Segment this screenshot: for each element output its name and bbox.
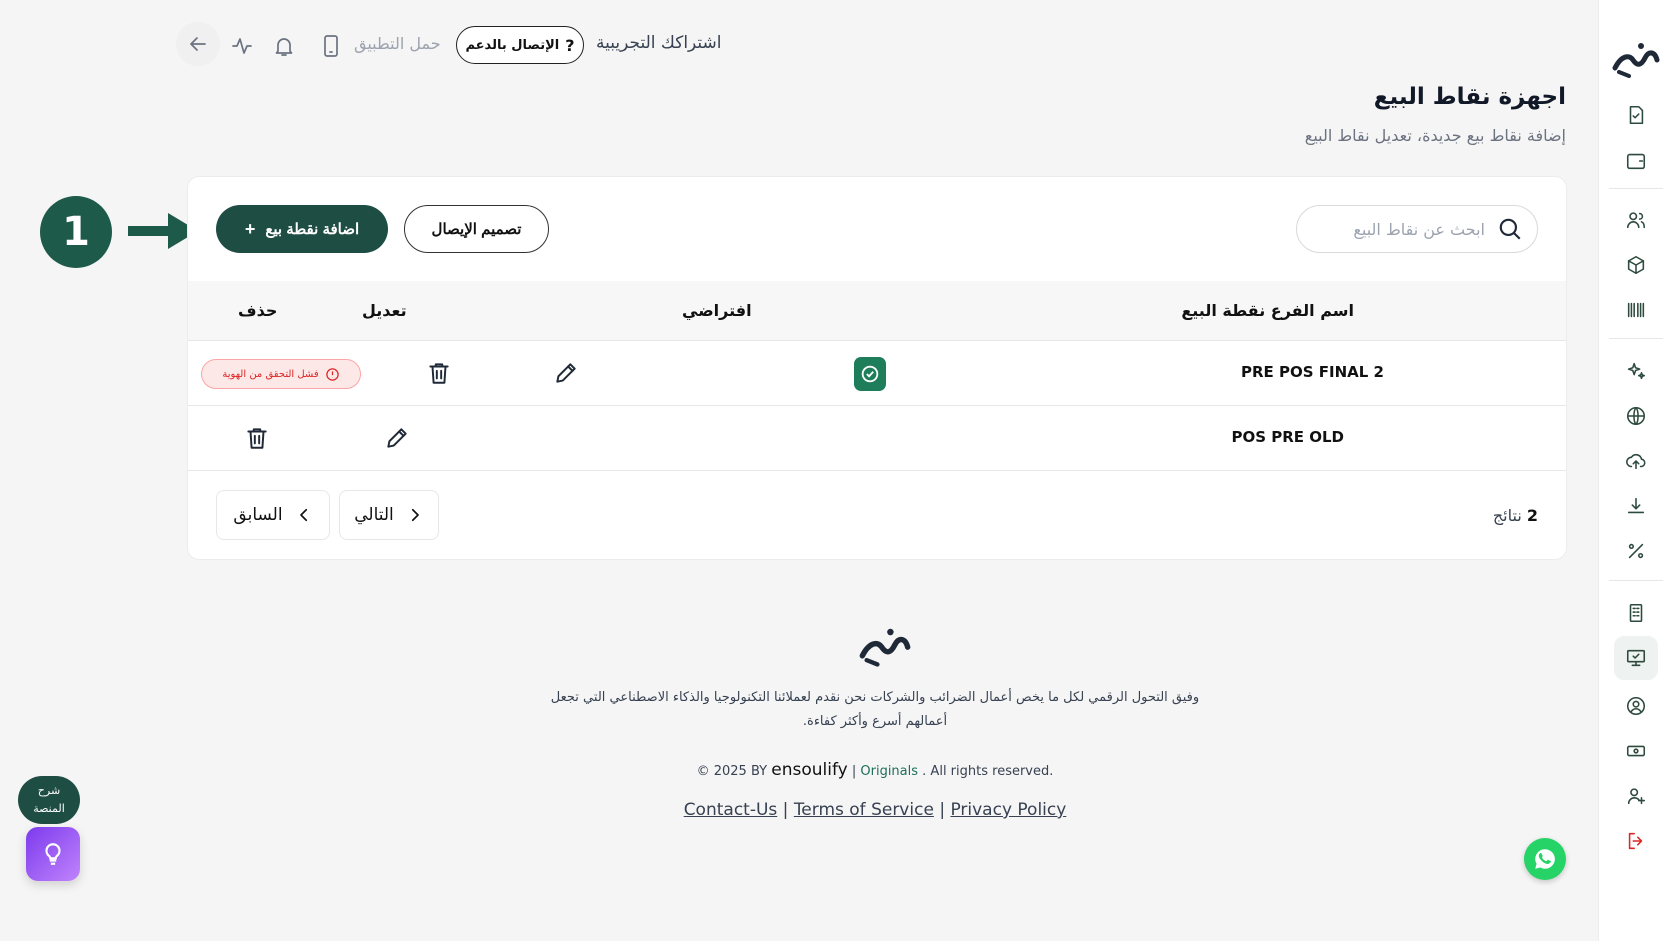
- activity-button[interactable]: [228, 32, 256, 60]
- next-page-button[interactable]: التالي: [339, 490, 439, 540]
- contact-link[interactable]: Contact-Us: [684, 800, 778, 820]
- plus-icon: +: [244, 218, 256, 239]
- logout-icon[interactable]: [1621, 826, 1651, 856]
- platform-guide-button[interactable]: [26, 827, 80, 881]
- bell-icon: [275, 38, 293, 56]
- sidebar-divider: [1609, 188, 1663, 189]
- link-sep: |: [782, 800, 789, 820]
- pencil-icon: [556, 363, 576, 383]
- alert-circle-icon: [325, 367, 339, 381]
- results-number: 2: [1526, 506, 1538, 525]
- cloud-upload-icon[interactable]: [1621, 446, 1651, 476]
- topbar: حمل التطبيق الإتصال بالدعم ? اشتراكك الت…: [176, 22, 736, 68]
- terms-link[interactable]: Terms of Service: [794, 800, 934, 820]
- pos-name: PRE POS FINAL 2: [1241, 363, 1384, 381]
- download-app-button[interactable]: [318, 32, 344, 60]
- receipt-design-button[interactable]: تصميم الإيصال: [404, 205, 549, 253]
- download-app-label[interactable]: حمل التطبيق: [354, 34, 441, 53]
- page-title: اجهزة نقاط البيع: [1373, 84, 1566, 110]
- footer-links: Contact-Us | Terms of Service | Privacy …: [540, 800, 1210, 820]
- brand-name: ensoulify: [771, 760, 848, 780]
- users-icon[interactable]: [1621, 205, 1651, 235]
- guide-label-line1: شرح: [37, 784, 61, 797]
- results-count: 2 نتائج: [1493, 506, 1538, 525]
- building-icon[interactable]: [1621, 598, 1651, 628]
- whatsapp-icon: [1535, 849, 1555, 869]
- check-badge-icon: [861, 365, 879, 383]
- activity-icon: [232, 38, 252, 54]
- download-icon[interactable]: [1621, 491, 1651, 521]
- box-icon[interactable]: [1621, 250, 1651, 280]
- column-header-default: افتراضي: [682, 301, 752, 320]
- add-user-icon[interactable]: [1621, 781, 1651, 811]
- default-badge[interactable]: [854, 357, 886, 391]
- cash-icon[interactable]: [1621, 736, 1651, 766]
- support-label: الإتصال بالدعم: [465, 37, 560, 53]
- footer-description: وفيق التحول الرقمي لكل ما يخص أعمال الضر…: [550, 690, 1200, 729]
- trash-icon: [429, 363, 449, 384]
- sidebar-divider: [1609, 580, 1663, 581]
- back-button[interactable]: [176, 22, 220, 66]
- step-marker: 1: [40, 196, 112, 268]
- trial-status-text: اشتراكك التجريبية: [596, 33, 722, 53]
- notifications-button[interactable]: [270, 32, 298, 60]
- footer-logo: [859, 628, 911, 667]
- edit-button[interactable]: [553, 360, 579, 390]
- chevron-right-icon: [411, 508, 419, 522]
- table-row: POS PRE OLD: [188, 406, 1566, 471]
- sidebar: [1598, 0, 1672, 941]
- whatsapp-button[interactable]: [1524, 838, 1566, 880]
- invoice-icon[interactable]: [1621, 100, 1651, 130]
- table-header: اسم الفرع نقطة البيع افتراضي تعديل حذف: [188, 281, 1566, 341]
- guide-label-line2: المنصة: [33, 802, 65, 815]
- verification-failed-badge: فشل التحقق من الهوية: [201, 359, 361, 389]
- edit-button[interactable]: [384, 425, 410, 455]
- pencil-icon: [387, 428, 407, 448]
- support-button[interactable]: الإتصال بالدعم ?: [456, 26, 584, 64]
- percent-icon[interactable]: [1621, 536, 1651, 566]
- page-subtitle: إضافة نقاط بيع جديدة، تعديل نقاط البيع: [1304, 126, 1566, 145]
- next-page-label: التالي: [354, 505, 394, 525]
- add-pos-label: اضافة نقطة بيع: [265, 221, 360, 238]
- trash-icon: [247, 428, 267, 449]
- globe-icon[interactable]: [1621, 401, 1651, 431]
- search-box[interactable]: [1296, 205, 1538, 253]
- receipt-design-label: تصميم الإيصال: [431, 221, 522, 238]
- delete-button[interactable]: [244, 425, 270, 455]
- add-pos-button[interactable]: اضافة نقطة بيع +: [216, 205, 388, 253]
- privacy-link[interactable]: Privacy Policy: [950, 800, 1066, 820]
- column-header-edit: تعديل: [362, 301, 407, 320]
- pos-device-icon[interactable]: [1614, 636, 1658, 680]
- mobile-icon: [324, 35, 338, 57]
- sparkle-icon[interactable]: [1621, 356, 1651, 386]
- copyright: © 2025 BY ensoulify | Originals . All ri…: [540, 760, 1210, 780]
- column-header-name: اسم الفرع نقطة البيع: [1181, 301, 1354, 320]
- pos-name: POS PRE OLD: [1231, 428, 1344, 446]
- copyright-prefix: © 2025 BY: [696, 764, 768, 779]
- search-input[interactable]: [1311, 219, 1485, 239]
- brand-logo[interactable]: [1611, 38, 1661, 78]
- copyright-sep: |: [851, 764, 857, 779]
- chevron-left-icon: [299, 508, 307, 522]
- barcode-icon[interactable]: [1621, 295, 1651, 325]
- results-label: نتائج: [1492, 506, 1522, 525]
- platform-guide-label[interactable]: شرح المنصة: [18, 776, 80, 824]
- previous-page-button[interactable]: السابق: [216, 490, 330, 540]
- pos-card: اضافة نقطة بيع + تصميم الإيصال اسم الفرع…: [187, 176, 1567, 560]
- rights-text: . All rights reserved.: [922, 764, 1054, 779]
- question-icon: ?: [565, 35, 575, 55]
- delete-button[interactable]: [426, 360, 452, 390]
- column-header-delete: حذف: [238, 301, 278, 320]
- originals-link[interactable]: Originals: [860, 764, 918, 779]
- previous-page-label: السابق: [233, 505, 283, 525]
- link-sep: |: [939, 800, 946, 820]
- search-icon: [1499, 218, 1521, 240]
- wallet-icon[interactable]: [1621, 146, 1651, 176]
- sidebar-divider: [1609, 338, 1663, 339]
- status-text: فشل التحقق من الهوية: [222, 368, 319, 380]
- profile-icon[interactable]: [1621, 691, 1651, 721]
- arrow-left-icon: [190, 37, 206, 51]
- table-row: PRE POS FINAL 2 فشل التحقق من الهوية: [188, 341, 1566, 406]
- lightbulb-icon: [45, 843, 61, 865]
